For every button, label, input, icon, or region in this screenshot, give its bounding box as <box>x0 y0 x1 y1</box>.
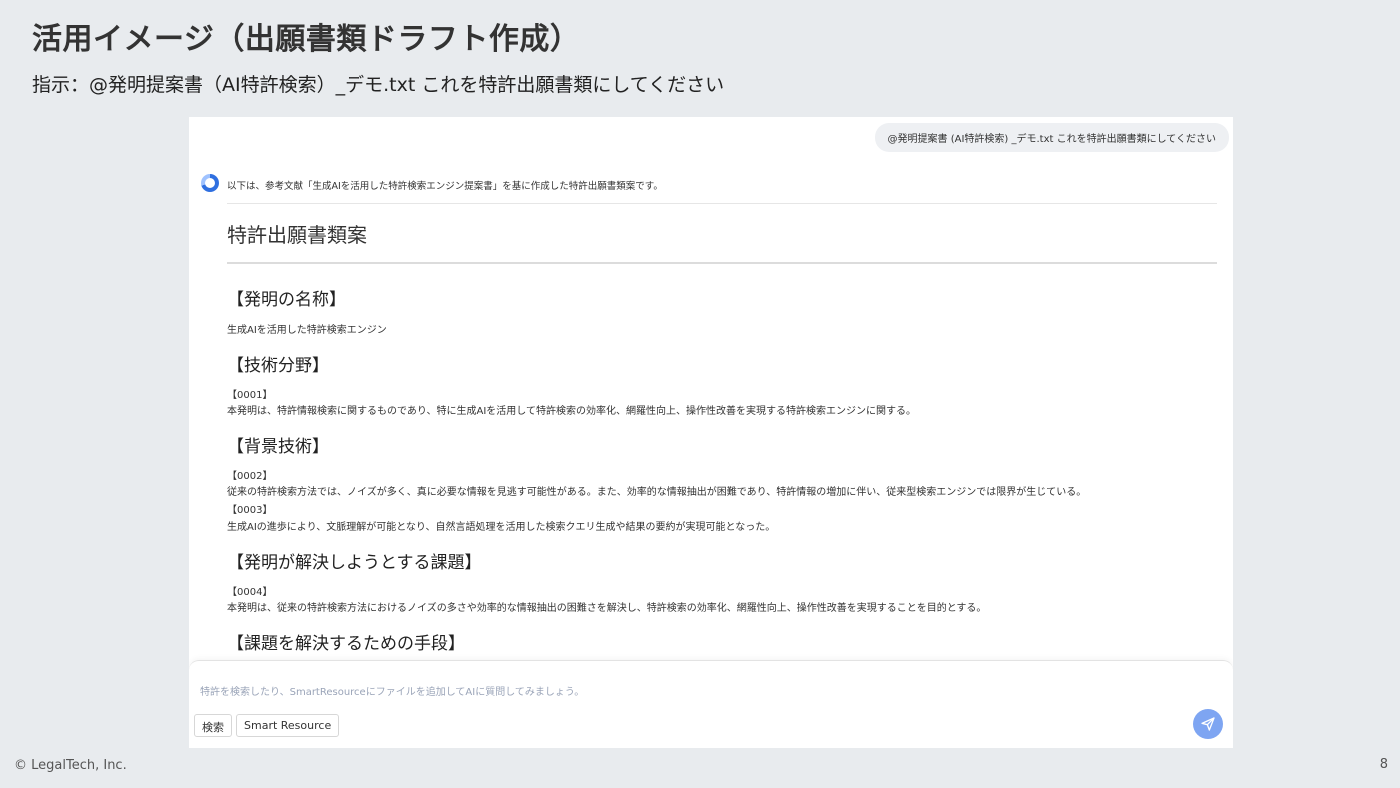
paragraph-number: 【0001】 <box>227 390 273 401</box>
paragraph-text: 従来の特許検索方法では、ノイズが多く、真に必要な情報を見逃す可能性がある。また、… <box>227 487 1087 498</box>
message-divider <box>227 203 1217 204</box>
patent-draft-document: 特許出願書類案 【発明の名称】 生成AIを活用した特許検索エンジン 【技術分野】… <box>227 213 1217 654</box>
footer-copyright: © LegalTech, Inc. <box>14 758 127 773</box>
chat-screenshot: @発明提案書 (AI特許検索) _デモ.txt これを特許出願書類にしてください… <box>189 117 1233 748</box>
search-chip-button[interactable]: 検索 <box>194 714 232 737</box>
document-title-rule <box>227 262 1217 264</box>
section-heading: 【発明の名称】 <box>227 290 346 310</box>
assistant-logo-icon <box>201 174 219 192</box>
paragraph-text: 本発明は、従来の特許検索方法におけるノイズの多さや効率的な情報抽出の困難さを解決… <box>227 603 987 614</box>
section-text: 生成AIを活用した特許検索エンジン <box>227 325 387 336</box>
send-icon <box>1201 717 1215 731</box>
section-heading: 【発明が解決しようとする課題】 <box>227 553 482 573</box>
paragraph-text: 本発明は、特許情報検索に関するものであり、特に生成AIを活用して特許検索の効率化… <box>227 406 916 417</box>
slide-title: 活用イメージ（出願書類ドラフト作成） <box>32 22 581 57</box>
paragraph-text: 生成AIの進歩により、文脈理解が可能となり、自然言語処理を活用した検索クエリ生成… <box>227 522 776 533</box>
section-heading: 【課題を解決するための手段】 <box>227 634 465 654</box>
paragraph-number: 【0004】 <box>227 587 273 598</box>
paragraph-number: 【0002】 <box>227 471 273 482</box>
slide-instruction: 指示：@発明提案書（AI特許検索）_デモ.txt これを特許出願書類にしてくださ… <box>32 74 725 96</box>
assistant-intro-text: 以下は、参考文献「生成AIを活用した特許検索エンジン提案書」を基に作成した特許出… <box>227 181 663 192</box>
send-button[interactable] <box>1193 709 1223 739</box>
section-heading: 【背景技術】 <box>227 437 329 457</box>
chat-input-area[interactable]: 特許を検索したり、SmartResourceにファイルを追加してAIに質問してみ… <box>189 660 1233 748</box>
page-number: 8 <box>1379 757 1388 772</box>
document-title: 特許出願書類案 <box>227 223 367 247</box>
chat-input[interactable]: 特許を検索したり、SmartResourceにファイルを追加してAIに質問してみ… <box>200 683 584 698</box>
paragraph-number: 【0003】 <box>227 505 273 516</box>
smart-resource-chip-button[interactable]: Smart Resource <box>236 714 340 737</box>
user-message-bubble: @発明提案書 (AI特許検索) _デモ.txt これを特許出願書類にしてください <box>874 123 1229 152</box>
section-heading: 【技術分野】 <box>227 356 329 376</box>
